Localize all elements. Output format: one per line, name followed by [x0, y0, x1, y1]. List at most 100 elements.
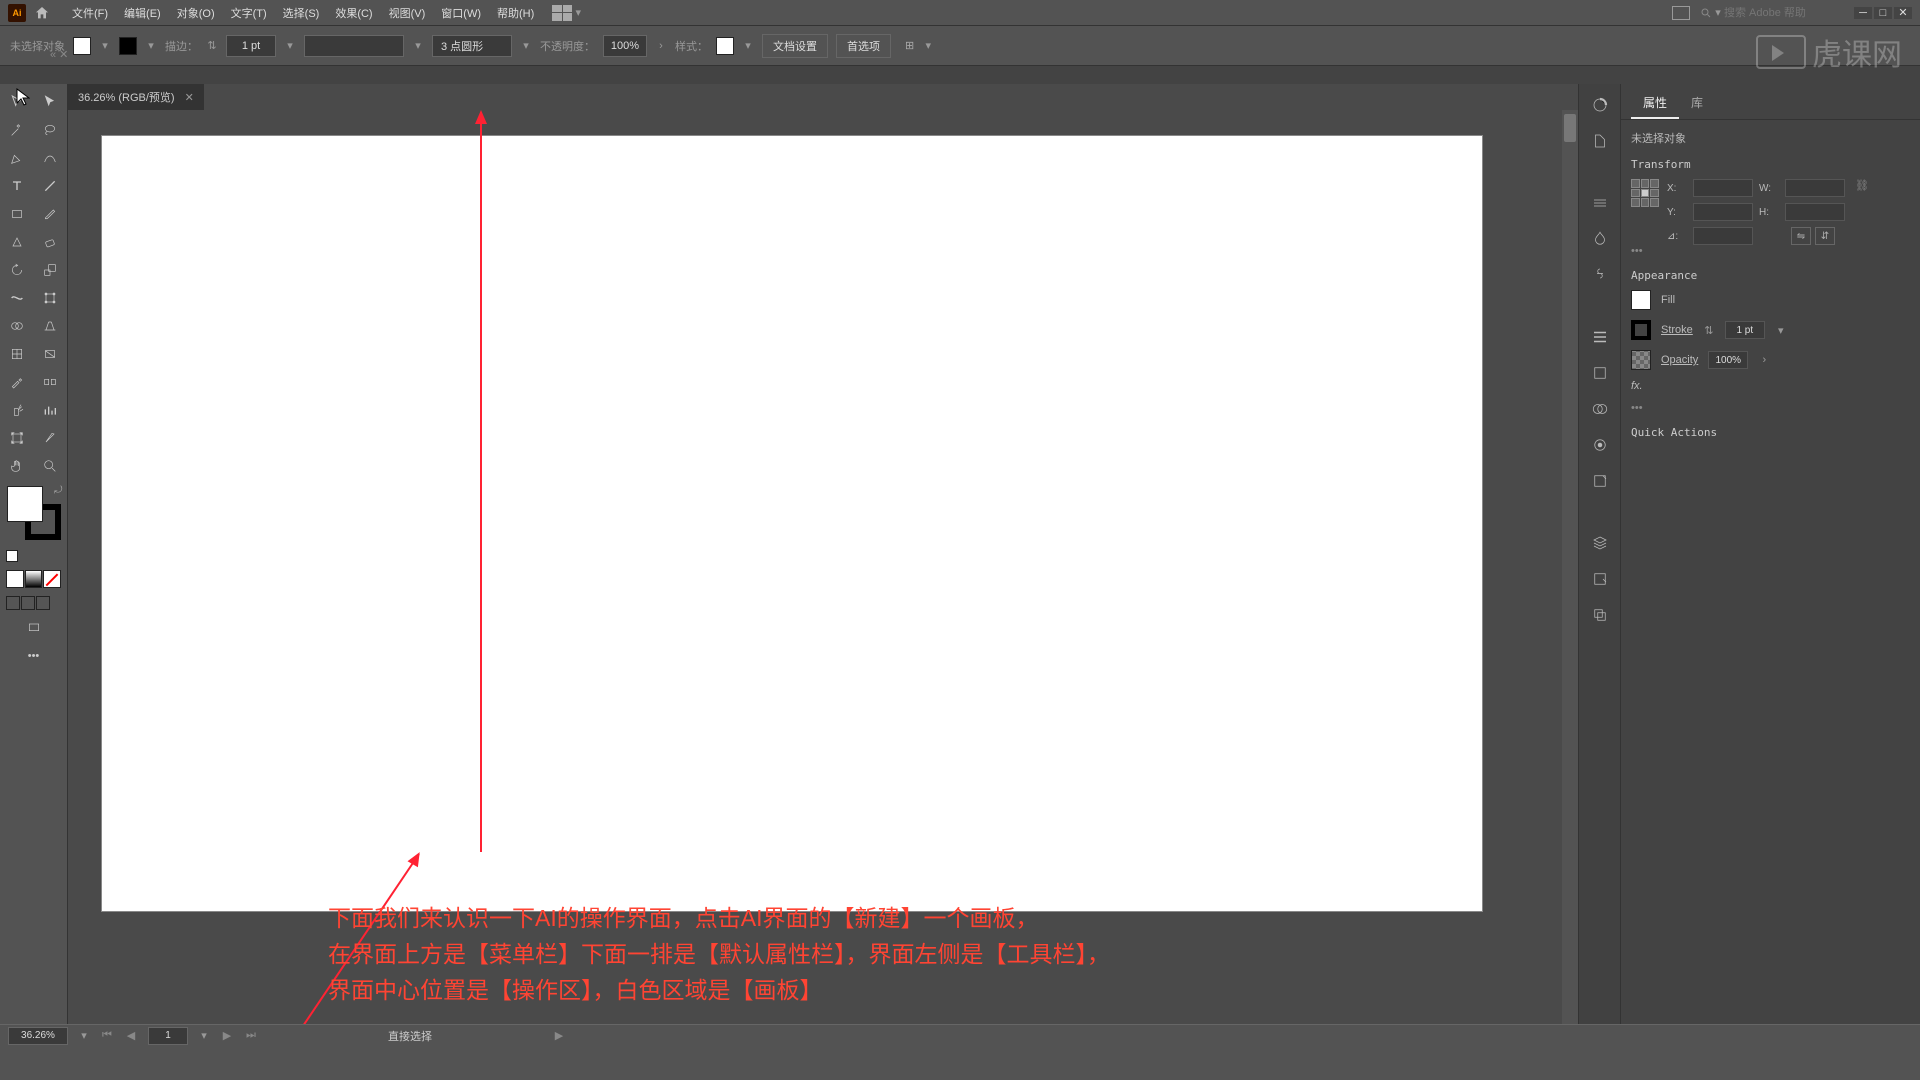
stroke-dropdown[interactable]: ▾ — [145, 40, 157, 52]
tab-properties[interactable]: 属性 — [1631, 88, 1679, 119]
stroke-weight-panel-input[interactable] — [1725, 321, 1765, 339]
document-setup-button[interactable]: 文档设置 — [762, 34, 828, 58]
x-input[interactable] — [1693, 179, 1753, 197]
arrange-documents[interactable] — [552, 5, 572, 21]
menu-edit[interactable]: 编辑(E) — [116, 1, 169, 25]
paintbrush-tool[interactable] — [34, 200, 68, 228]
symbol-sprayer-tool[interactable] — [0, 396, 34, 424]
menu-object[interactable]: 对象(O) — [169, 1, 223, 25]
menu-window[interactable]: 窗口(W) — [433, 1, 489, 25]
column-graph-tool[interactable] — [34, 396, 68, 424]
lasso-tool[interactable] — [34, 116, 68, 144]
rotate-tool[interactable] — [0, 256, 34, 284]
opacity-input[interactable] — [603, 35, 647, 57]
magic-wand-tool[interactable] — [0, 116, 34, 144]
shaper-tool[interactable] — [0, 228, 34, 256]
pen-tool[interactable] — [0, 144, 34, 172]
stroke-weight-dropdown[interactable]: ▾ — [284, 40, 296, 52]
search-input[interactable] — [1724, 7, 1844, 19]
draw-normal[interactable] — [6, 596, 20, 610]
opacity-label-link[interactable]: Opacity — [1661, 354, 1698, 366]
menu-view[interactable]: 视图(V) — [381, 1, 434, 25]
brushes-panel-icon[interactable] — [1589, 228, 1611, 250]
canvas-area[interactable]: 36.26% (RGB/预览) ✕ 下面我们来认识一下AI的操作界面，点击AI界… — [68, 84, 1578, 1024]
pathfinder-panel-icon[interactable] — [1589, 398, 1611, 420]
swap-fill-stroke-icon[interactable]: ⤾ — [54, 485, 62, 496]
fill-swatch[interactable] — [73, 37, 91, 55]
draw-behind[interactable] — [21, 596, 35, 610]
rectangle-tool[interactable] — [0, 200, 34, 228]
line-segment-tool[interactable] — [34, 172, 68, 200]
vertical-scrollbar[interactable] — [1562, 110, 1578, 1024]
blend-tool[interactable] — [34, 368, 68, 396]
opacity-flyout[interactable]: › — [655, 40, 667, 52]
next-artboard[interactable]: ▶ — [220, 1029, 234, 1043]
none-mode[interactable] — [43, 570, 61, 588]
tab-libraries[interactable]: 库 — [1679, 88, 1715, 119]
workspace-switcher[interactable] — [1672, 6, 1690, 20]
minimize-button[interactable]: ─ — [1854, 7, 1872, 19]
gradient-tool[interactable] — [34, 340, 68, 368]
zoom-tool[interactable] — [34, 452, 68, 480]
mesh-tool[interactable] — [0, 340, 34, 368]
align-icon[interactable]: ⊞ — [905, 39, 914, 52]
flip-vertical[interactable]: ⇵ — [1815, 227, 1835, 245]
swatches-panel-icon[interactable] — [1589, 130, 1611, 152]
menu-file[interactable]: 文件(F) — [64, 1, 116, 25]
free-transform-tool[interactable] — [34, 284, 68, 312]
document-tab[interactable]: 36.26% (RGB/预览) ✕ — [68, 84, 204, 110]
variable-width-profile[interactable] — [304, 35, 404, 57]
status-flyout[interactable]: ▶ — [552, 1029, 566, 1043]
help-search[interactable]: ▾ — [1700, 7, 1844, 19]
artboards-panel-icon[interactable] — [1589, 604, 1611, 626]
appearance-panel-icon[interactable] — [1589, 470, 1611, 492]
graphic-style-swatch[interactable] — [716, 37, 734, 55]
width-tool[interactable] — [0, 284, 34, 312]
fill-dropdown[interactable]: ▾ — [99, 40, 111, 52]
artboard-number[interactable] — [148, 1027, 188, 1045]
appearance-more-options[interactable]: ••• — [1631, 402, 1900, 414]
eyedropper-tool[interactable] — [0, 368, 34, 396]
symbols-panel-icon[interactable] — [1589, 264, 1611, 286]
color-panel-icon[interactable] — [1589, 94, 1611, 116]
menu-help[interactable]: 帮助(H) — [489, 1, 542, 25]
maximize-button[interactable]: □ — [1874, 7, 1892, 19]
stroke-panel-icon[interactable] — [1589, 192, 1611, 214]
reference-point[interactable] — [1631, 179, 1659, 207]
draw-inside[interactable] — [36, 596, 50, 610]
hand-tool[interactable] — [0, 452, 34, 480]
asset-export-panel-icon[interactable] — [1589, 568, 1611, 590]
eraser-tool[interactable] — [34, 228, 68, 256]
opacity-panel-input[interactable] — [1708, 351, 1748, 369]
menu-effect[interactable]: 效果(C) — [327, 1, 380, 25]
stroke-swatch-panel[interactable] — [1631, 320, 1651, 340]
slice-tool[interactable] — [34, 424, 68, 452]
screen-mode[interactable] — [0, 614, 67, 642]
tab-close-icon[interactable]: ✕ — [185, 91, 194, 104]
fill-color-box[interactable] — [7, 486, 43, 522]
fill-swatch-panel[interactable] — [1631, 290, 1651, 310]
angle-input[interactable] — [1693, 227, 1753, 245]
artboard[interactable] — [102, 136, 1482, 911]
opacity-panel-flyout[interactable]: › — [1758, 354, 1770, 366]
h-input[interactable] — [1785, 203, 1845, 221]
flip-horizontal[interactable]: ⇋ — [1791, 227, 1811, 245]
stroke-stepper[interactable]: ⇅ — [206, 40, 218, 52]
w-input[interactable] — [1785, 179, 1845, 197]
arrange-dropdown[interactable]: ▾ — [572, 7, 584, 19]
color-mode[interactable] — [6, 570, 24, 588]
home-icon[interactable] — [32, 3, 52, 23]
first-artboard[interactable]: ⏮ — [100, 1029, 114, 1043]
transform-panel-icon[interactable] — [1589, 362, 1611, 384]
constrain-link-icon[interactable]: ⛓ — [1855, 179, 1869, 192]
edit-toolbar[interactable]: ••• — [0, 642, 67, 670]
fill-stroke-control[interactable]: ⤾ — [7, 486, 61, 540]
type-tool[interactable] — [0, 172, 34, 200]
transparency-panel-icon[interactable] — [1589, 434, 1611, 456]
default-fill-stroke[interactable] — [6, 550, 18, 562]
prev-artboard[interactable]: ◀ — [124, 1029, 138, 1043]
fx-label[interactable]: fx. — [1631, 380, 1643, 392]
preferences-button[interactable]: 首选项 — [836, 34, 891, 58]
shape-builder-tool[interactable] — [0, 312, 34, 340]
stroke-swatch[interactable] — [119, 37, 137, 55]
